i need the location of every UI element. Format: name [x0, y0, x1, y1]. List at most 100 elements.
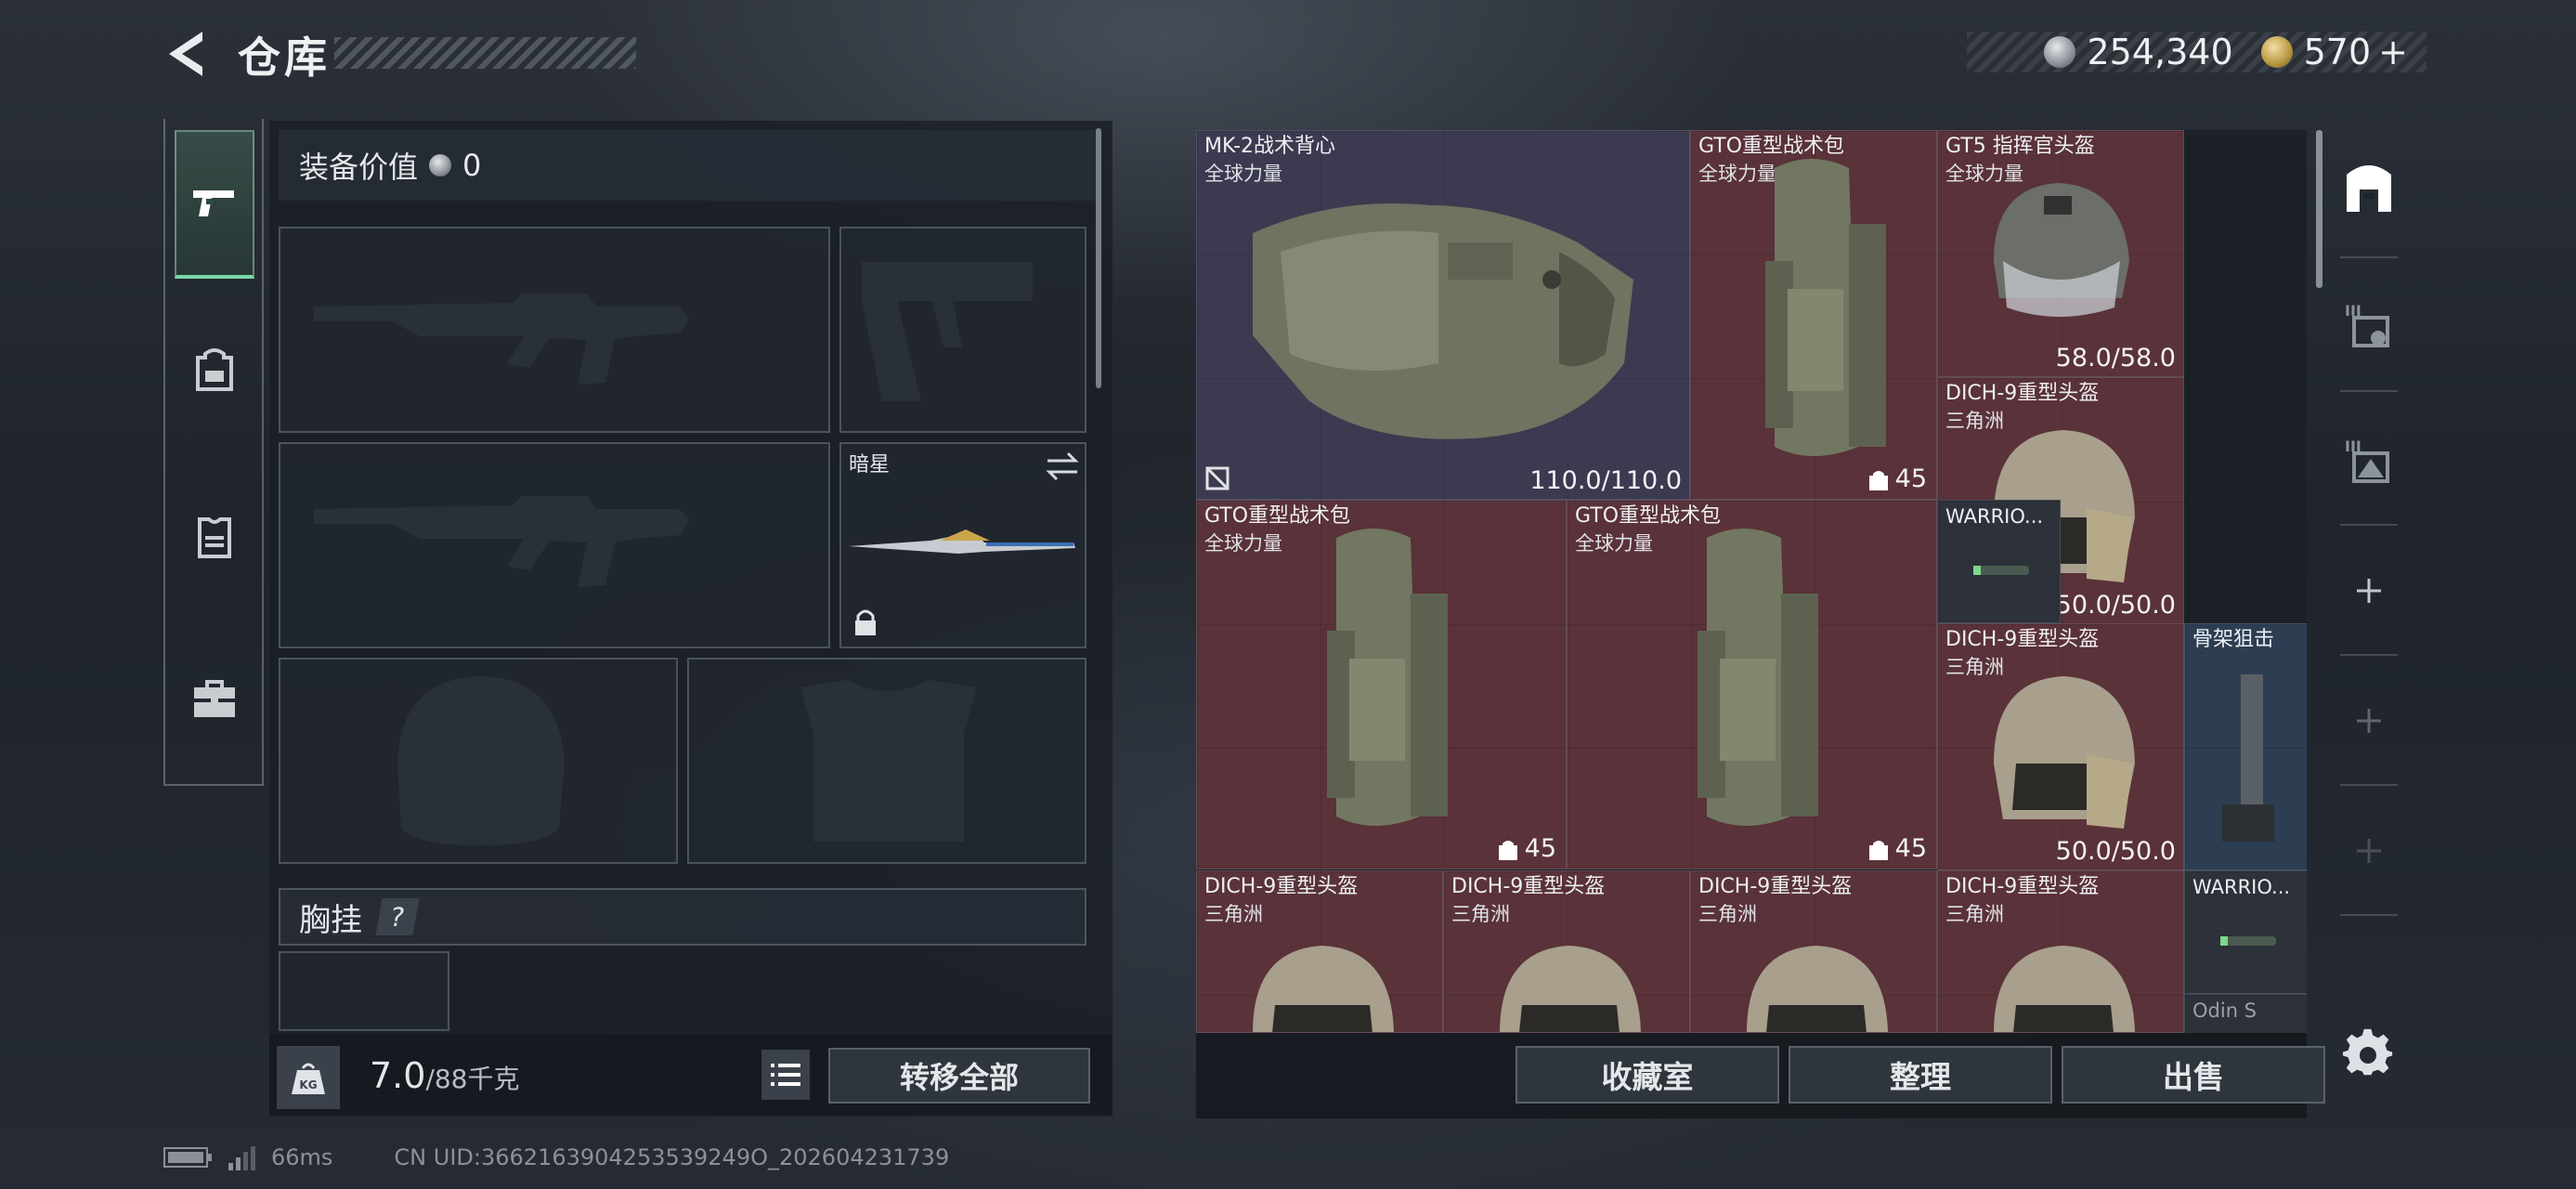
transfer-all-button[interactable]: 转移全部: [828, 1048, 1090, 1104]
item-faction: 三角洲: [1698, 903, 1757, 925]
back-button[interactable]: [162, 26, 210, 82]
stash-item[interactable]: DICH-9重型头盔 三角洲: [1443, 870, 1690, 1033]
item-name: DICH-9重型头盔: [1945, 628, 2100, 651]
kg-weight-icon: KG: [292, 1063, 325, 1094]
tab-tools[interactable]: [175, 626, 254, 775]
vest-icon: [198, 517, 231, 558]
gear-icon: [2342, 1028, 2393, 1076]
capacity-value: 45: [1894, 464, 1927, 493]
add-stash-page-button[interactable]: [2327, 535, 2411, 647]
helmet-art: [1253, 946, 1394, 1032]
stash-page-3[interactable]: III: [2327, 405, 2411, 516]
tab-vest[interactable]: [175, 463, 254, 611]
svg-text:KG: KG: [299, 1078, 317, 1091]
item-name: MK-2战术背心: [1204, 135, 1336, 158]
stash-extension-icon: III: [2345, 302, 2389, 347]
rifle-silhouette-icon: [314, 294, 689, 385]
title-decoration: [334, 37, 636, 69]
helmet-art: [1994, 183, 2129, 317]
backpack-art: [1698, 529, 1818, 826]
stash-item[interactable]: Odin S: [2184, 994, 2307, 1033]
loadout-scrollbar[interactable]: [1096, 128, 1101, 388]
divider: [2340, 390, 2398, 392]
backpack-capacity-icon: [1868, 470, 1888, 490]
melee-name: 暗星: [849, 453, 891, 477]
stash-item[interactable]: GTO重型战术包 全球力量 45: [1196, 500, 1567, 869]
status-bar: 66ms CN UID:3662163904253539249O_2026042…: [163, 1139, 949, 1176]
item-durability: 50.0/50.0: [2055, 591, 2176, 620]
stash-item[interactable]: DICH-9重型头盔 三角洲: [1690, 870, 1937, 1033]
stash-page-2[interactable]: III: [2327, 269, 2411, 381]
backpack-art: [1327, 529, 1448, 826]
knife-art-icon: [849, 529, 1075, 554]
weight-value: 7.0: [370, 1055, 426, 1096]
stash-item[interactable]: GTO重型战术包 全球力量 45: [1690, 130, 1937, 500]
armor-silhouette-icon: [800, 680, 977, 842]
stash-item[interactable]: 骨架狙击: [2184, 623, 2307, 870]
gold-balance: 570: [2303, 32, 2372, 72]
item-faction: 全球力量: [1204, 532, 1282, 555]
tab-backpack[interactable]: [175, 295, 254, 444]
list-icon: [771, 1064, 800, 1086]
silver-coin-icon: [429, 154, 452, 176]
item-faction: 三角洲: [1204, 903, 1263, 925]
backpack-art: [1765, 159, 1886, 456]
stash-item[interactable]: DICH-9重型头盔 三角洲: [1937, 870, 2184, 1033]
item-name: DICH-9重型头盔: [1945, 875, 2100, 898]
armor-slot[interactable]: [687, 658, 1086, 864]
stash-item[interactable]: GTO重型战术包 全球力量 45: [1567, 500, 1937, 869]
divider: [2340, 524, 2398, 526]
back-arrow-icon: [169, 32, 202, 76]
item-name: WARRIO...: [1945, 505, 2044, 528]
gold-coin-icon: [2260, 36, 2293, 68]
chest-rig-slot[interactable]: [279, 951, 449, 1031]
helmet-art: [1994, 946, 2135, 1032]
stash-item[interactable]: GT5 指挥官头盔 全球力量 58.0/58.0: [1937, 130, 2184, 377]
lock-icon: [855, 609, 876, 635]
item-name: 骨架狙击: [2192, 628, 2275, 651]
weight-max: /88千克: [425, 1064, 520, 1094]
melee-slot[interactable]: 暗星: [839, 442, 1086, 648]
chest-rig-help-button[interactable]: ?: [375, 898, 420, 935]
sell-button[interactable]: 出售: [2062, 1046, 2325, 1104]
stash-item[interactable]: DICH-9重型头盔 三角洲: [1196, 870, 1443, 1033]
secondary-weapon-slot[interactable]: [279, 442, 830, 648]
stock-art: [2222, 674, 2274, 842]
collection-room-button[interactable]: 收藏室: [1516, 1046, 1779, 1104]
chest-rig-bar[interactable]: 胸挂 ?: [279, 888, 1086, 946]
helmet-silhouette-icon: [397, 676, 565, 845]
gold-add-button[interactable]: +: [2378, 32, 2408, 72]
stash-scrollbar[interactable]: [2316, 130, 2322, 288]
toolbox-icon: [194, 680, 235, 717]
ping-value: 66ms: [271, 1144, 333, 1170]
sort-button[interactable]: 整理: [1789, 1046, 2052, 1104]
item-capacity: 45: [1497, 834, 1556, 863]
stash-grid: MK-2战术背心 全球力量 110.0/110.0 GTO重型战术包 全球力量 …: [1196, 130, 2307, 1033]
backpack-capacity-icon: [1498, 840, 1517, 860]
item-name: Odin S: [2192, 1000, 2257, 1022]
item-name: DICH-9重型头盔: [1945, 382, 2100, 405]
locked-stash-slot: [2327, 795, 2411, 907]
equip-value: 0: [462, 148, 482, 183]
chest-rig-label: 胸挂: [299, 901, 362, 939]
equip-value-label: 装备价值: [299, 150, 419, 185]
locked-stash-slot: [2327, 665, 2411, 777]
stash-item[interactable]: MK-2战术背心 全球力量 110.0/110.0: [1196, 130, 1690, 500]
stash-page-main[interactable]: [2327, 132, 2411, 243]
item-name: WARRIO...: [2192, 876, 2291, 898]
item-durability: 50.0/50.0: [2055, 837, 2176, 866]
list-view-button[interactable]: [761, 1050, 810, 1100]
sidearm-slot[interactable]: [839, 227, 1086, 433]
plus-icon: [2357, 839, 2381, 863]
settings-button[interactable]: [2342, 1027, 2394, 1079]
stash-page-sidebar: III III: [2327, 130, 2411, 1033]
stash-item[interactable]: WARRIO...: [2184, 870, 2307, 994]
tab-weapons[interactable]: [175, 130, 254, 279]
weight-icon: KG: [277, 1046, 340, 1109]
signal-icon: [228, 1146, 255, 1170]
stash-item[interactable]: DICH-9重型头盔 三角洲 50.0/50.0: [1937, 623, 2184, 870]
primary-weapon-slot[interactable]: [279, 227, 830, 433]
swap-icon[interactable]: [1044, 450, 1081, 483]
helmet-slot[interactable]: [279, 658, 678, 864]
stash-item[interactable]: WARRIO...: [1937, 500, 2061, 623]
